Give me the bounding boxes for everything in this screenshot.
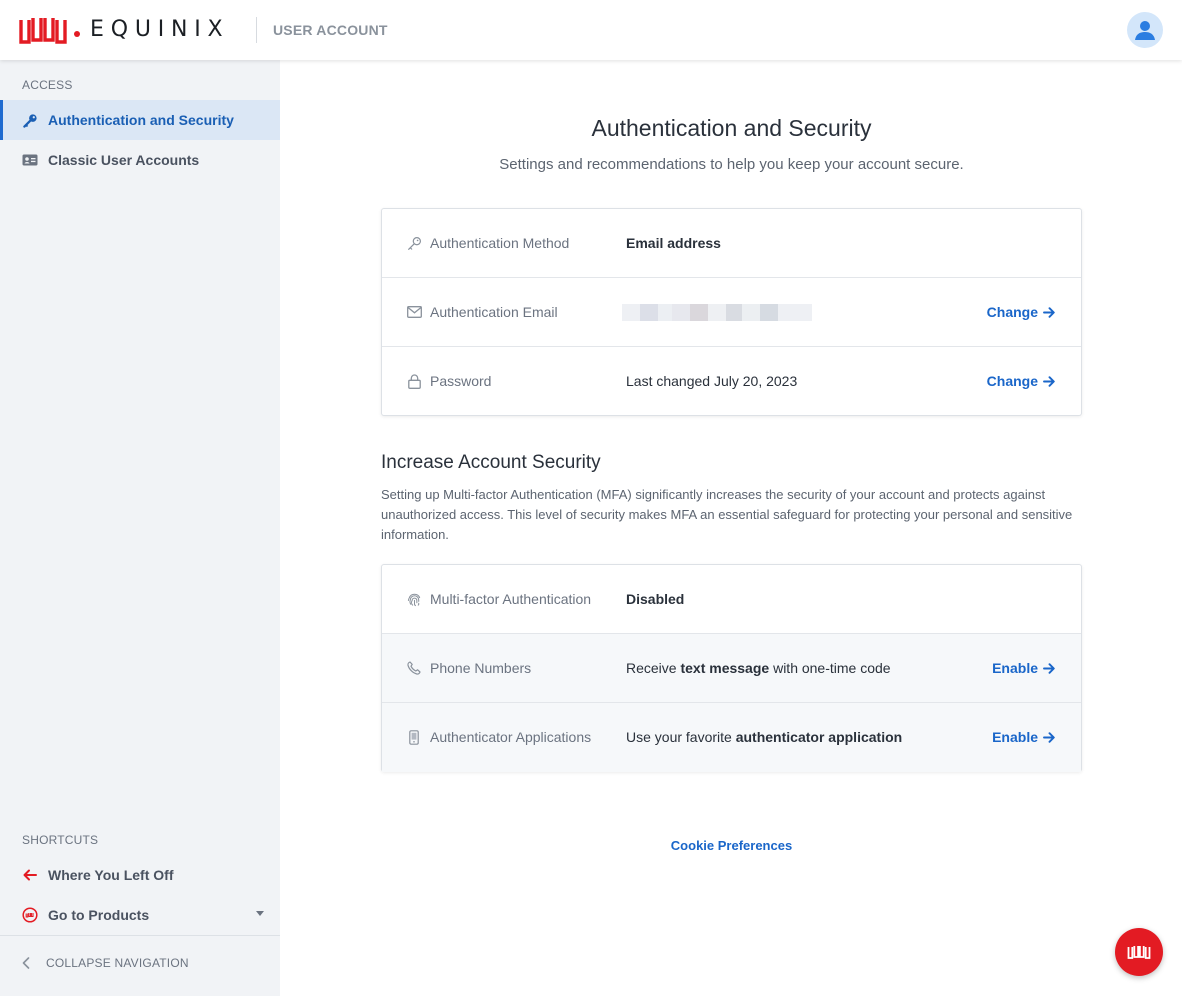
authentication-method-label: Authentication Method: [430, 235, 570, 251]
phone-numbers-description: Receive text message with one-time code: [626, 660, 891, 676]
sidebar-item-label: Classic User Accounts: [48, 152, 200, 168]
fingerprint-icon: [406, 591, 422, 607]
sidebar-item-classic-user-accounts[interactable]: Classic User Accounts: [0, 140, 280, 180]
shortcut-where-you-left-off[interactable]: Where You Left Off: [0, 855, 280, 895]
authentication-email-row: Authentication Email Change: [382, 278, 1081, 347]
increase-security-description: Setting up Multi-factor Authentication (…: [381, 487, 1073, 542]
top-header: EQUINIX USER ACCOUNT: [0, 0, 1182, 60]
password-row: Password Last changed July 20, 2023 Chan…: [382, 347, 1081, 416]
equinix-logo[interactable]: EQUINIX: [19, 16, 223, 44]
enable-authenticator-link[interactable]: Enable: [992, 729, 1055, 745]
sidebar-heading-shortcuts: SHORTCUTS: [22, 833, 99, 847]
mfa-status-row: Multi-factor Authentication Disabled: [382, 565, 1081, 634]
chevron-left-icon: [22, 957, 30, 969]
sidebar-heading-access: ACCESS: [22, 78, 73, 92]
authentication-method-value: Email address: [626, 235, 721, 251]
change-password-link[interactable]: Change: [987, 373, 1055, 389]
equinix-logo-mark-icon: [1127, 946, 1151, 959]
password-last-changed: Last changed July 20, 2023: [626, 373, 798, 389]
collapse-navigation-label: COLLAPSE NAVIGATION: [46, 956, 189, 970]
arrow-right-icon: [1043, 375, 1055, 387]
mfa-card: Multi-factor Authentication Disabled Pho…: [381, 564, 1082, 772]
user-avatar[interactable]: [1127, 12, 1163, 48]
key-icon: [22, 112, 38, 128]
authenticator-apps-row: Authenticator Applications Use your favo…: [382, 703, 1081, 772]
phone-numbers-label: Phone Numbers: [430, 660, 532, 676]
key-icon: [406, 235, 422, 251]
change-email-link[interactable]: Change: [987, 304, 1055, 320]
shortcut-go-to-products[interactable]: Go to Products: [0, 895, 280, 935]
equinix-chat-button[interactable]: [1115, 928, 1163, 976]
shortcut-label: Go to Products: [48, 907, 150, 923]
header-section-title: USER ACCOUNT: [273, 22, 388, 38]
phone-icon: [406, 660, 422, 676]
arrow-right-icon: [1043, 306, 1055, 318]
registered-mark: [74, 31, 80, 37]
shortcut-label: Where You Left Off: [48, 867, 174, 883]
authenticator-apps-label: Authenticator Applications: [430, 729, 592, 745]
password-label: Password: [430, 373, 492, 389]
products-icon: [22, 907, 38, 923]
authentication-email-label: Authentication Email: [430, 304, 558, 320]
id-card-icon: [22, 152, 38, 168]
phone-numbers-row: Phone Numbers Receive text message with …: [382, 634, 1081, 703]
mfa-status-value: Disabled: [626, 591, 685, 607]
sidebar: ACCESS Authentication and Security Class…: [0, 60, 280, 996]
arrow-right-icon: [1043, 731, 1055, 743]
authentication-card: Authentication Method Email address Auth…: [381, 208, 1082, 416]
arrow-right-icon: [1043, 662, 1055, 674]
cookie-preferences-link[interactable]: Cookie Preferences: [381, 838, 1082, 853]
enable-phone-link[interactable]: Enable: [992, 660, 1055, 676]
increase-security-title: Increase Account Security: [381, 452, 601, 473]
sidebar-item-authentication-security[interactable]: Authentication and Security: [0, 100, 280, 140]
mfa-label: Multi-factor Authentication: [430, 591, 592, 607]
page-subtitle: Settings and recommendations to help you…: [499, 156, 964, 173]
caret-down-icon[interactable]: [256, 911, 264, 916]
equinix-logo-mark-icon: [19, 18, 67, 44]
collapse-navigation-button[interactable]: COLLAPSE NAVIGATION: [22, 956, 189, 970]
user-icon: [1135, 21, 1155, 40]
arrow-left-icon: [22, 867, 38, 883]
lock-icon: [406, 373, 422, 389]
header-divider: [256, 17, 257, 43]
authenticator-apps-description: Use your favorite authenticator applicat…: [626, 729, 903, 745]
brand-wordmark: EQUINIX: [90, 17, 230, 42]
envelope-icon: [406, 304, 422, 320]
sidebar-item-label: Authentication and Security: [48, 112, 234, 128]
redacted-email-value: [622, 304, 812, 321]
authentication-method-row: Authentication Method Email address: [382, 209, 1081, 278]
mobile-icon: [406, 729, 422, 745]
sidebar-divider: [0, 935, 280, 936]
page-title: Authentication and Security: [591, 115, 872, 141]
